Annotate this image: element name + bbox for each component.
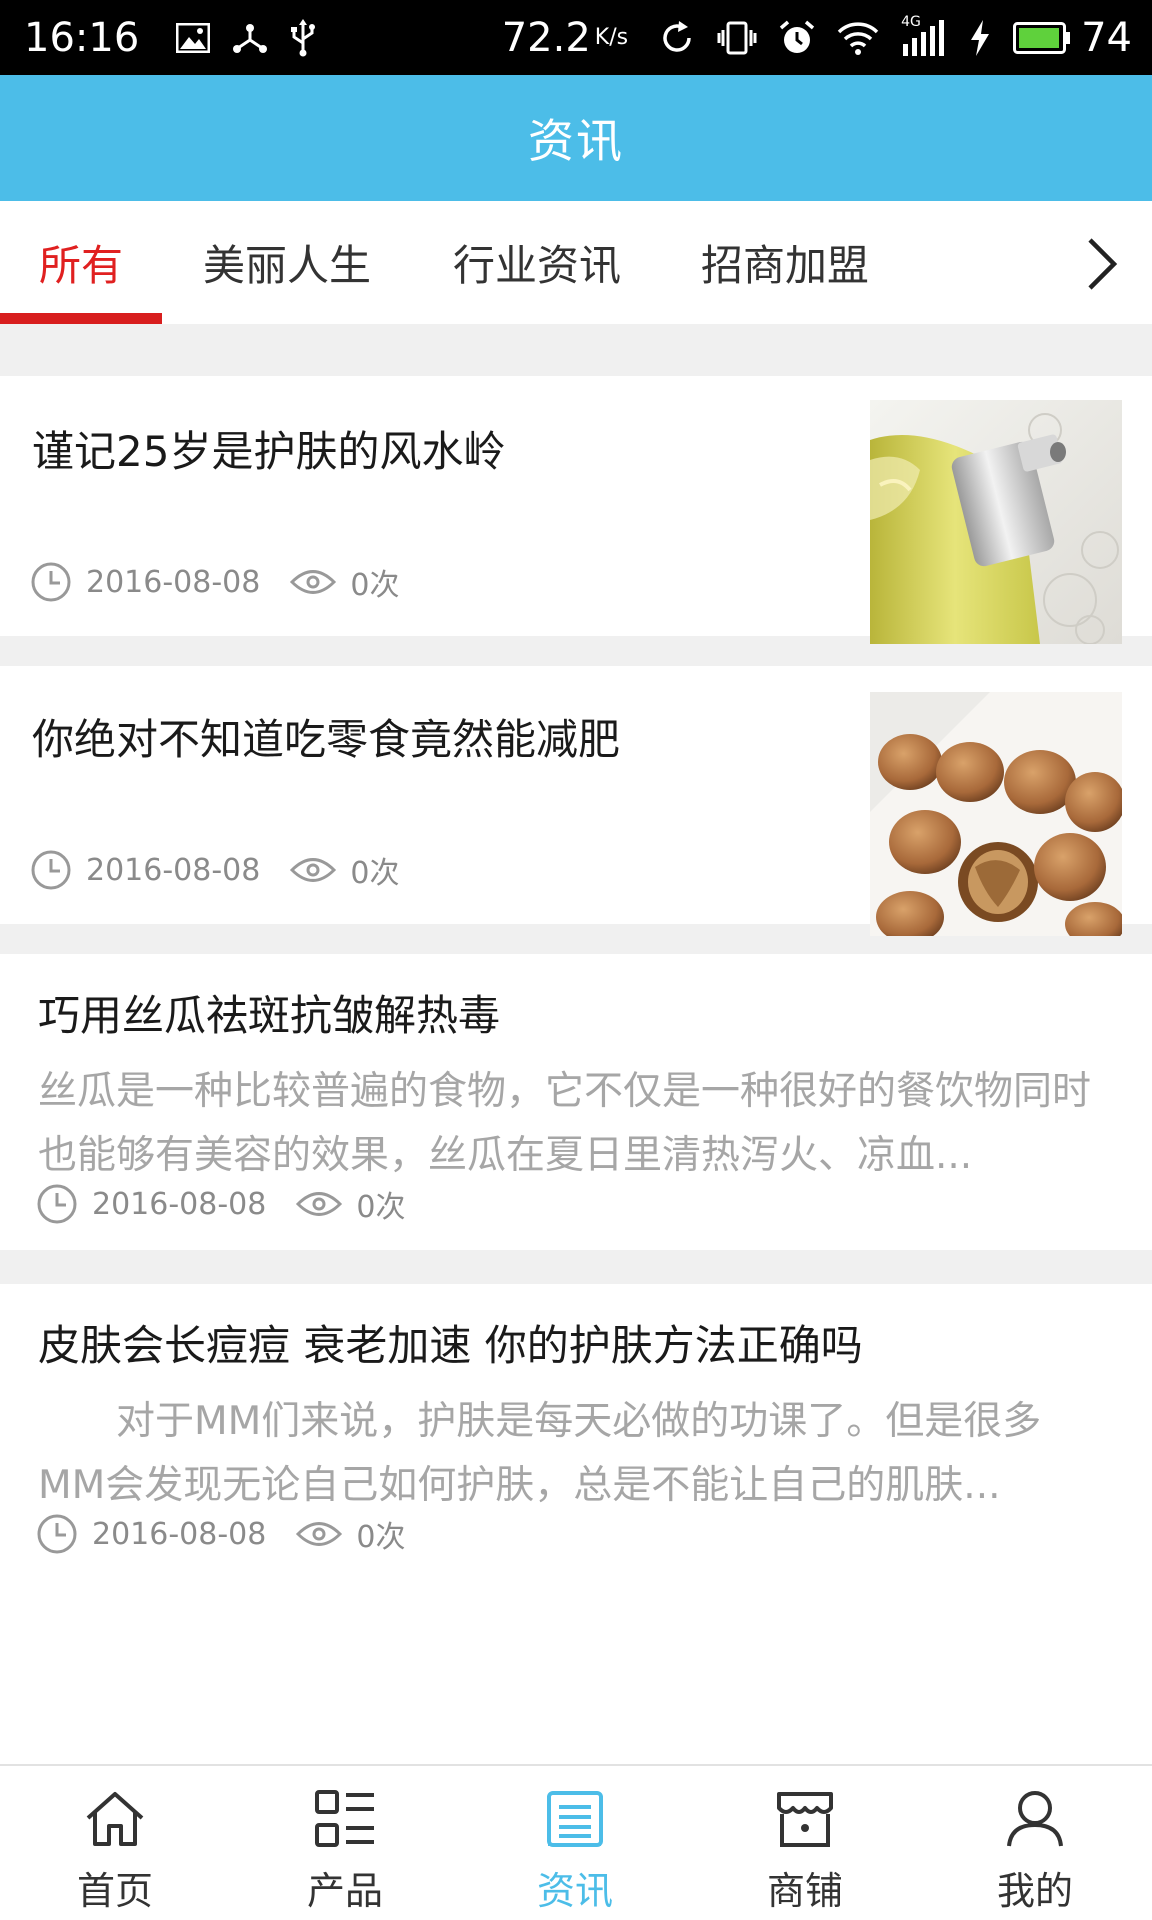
status-bar: 16:16 72.2 K/s 4G 74 <box>0 0 1152 75</box>
news-views: 0次 <box>356 1520 406 1555</box>
news-item[interactable]: 你绝对不知道吃零食竟然能减肥 2016-08-08 0次 <box>0 666 1152 936</box>
tab-franchise[interactable]: 招商加盟 <box>676 201 894 324</box>
tab-label: 行业资讯 <box>452 241 621 290</box>
signal-icon: 4G <box>901 14 947 56</box>
eye-icon <box>296 1189 343 1219</box>
nav-label: 首页 <box>76 1869 153 1913</box>
page-title: 资讯 <box>528 114 624 168</box>
tab-industry-news[interactable]: 行业资讯 <box>428 201 646 324</box>
news-date: 2016-08-08 <box>86 852 261 888</box>
news-date: 2016-08-08 <box>92 1186 267 1222</box>
news-title: 谨记25岁是护肤的风水岭 <box>32 427 506 476</box>
news-date: 2016-08-08 <box>86 564 261 600</box>
shop-icon <box>774 1786 836 1852</box>
screen: 16:16 72.2 K/s 4G 74 资讯 所有 美丽人生 行业资讯 招商加… <box>0 0 1152 1920</box>
news-views: 0次 <box>350 568 400 603</box>
news-date: 2016-08-08 <box>92 1516 267 1552</box>
news-icon <box>546 1786 604 1852</box>
news-summary: 丝瓜是一种比较普遍的食物，它不仅是一种很好的餐饮物同时也能够有美容的效果，丝瓜在… <box>38 1069 1092 1178</box>
chevron-right-icon[interactable] <box>1072 231 1132 297</box>
tab-label: 美丽人生 <box>202 241 371 290</box>
status-time: 16:16 <box>24 14 140 61</box>
nav-news[interactable]: 资讯 <box>460 1766 690 1920</box>
nav-products[interactable]: 产品 <box>230 1766 460 1920</box>
app-header: 资讯 <box>0 75 1152 201</box>
eye-icon <box>290 567 337 597</box>
news-title: 巧用丝瓜祛斑抗皱解热毒 <box>38 991 501 1040</box>
news-meta: 2016-08-08 0次 <box>36 1512 405 1556</box>
category-tabs: 所有 美丽人生 行业资讯 招商加盟 <box>0 201 1152 324</box>
clock-icon <box>36 1183 78 1225</box>
tab-label: 招商加盟 <box>700 241 869 290</box>
news-list[interactable]: 谨记25岁是护肤的风水岭 2016-08-08 0次 你绝对不知道吃零食竟然能减… <box>0 324 1152 1764</box>
news-item[interactable]: 谨记25岁是护肤的风水岭 2016-08-08 0次 <box>0 376 1152 644</box>
image-icon <box>176 22 211 53</box>
nav-label: 我的 <box>996 1869 1073 1913</box>
nav-shop[interactable]: 商铺 <box>690 1766 920 1920</box>
clock-icon <box>36 1513 78 1555</box>
news-meta: 2016-08-08 0次 <box>30 560 399 604</box>
news-thumbnail-walnuts <box>870 692 1122 936</box>
news-title: 你绝对不知道吃零食竟然能减肥 <box>32 715 621 764</box>
sync-icon <box>659 20 695 56</box>
nav-label: 产品 <box>306 1869 383 1913</box>
charging-icon <box>969 19 991 56</box>
vibrate-icon <box>717 20 757 56</box>
news-meta: 2016-08-08 0次 <box>36 1182 405 1226</box>
news-item[interactable]: 巧用丝瓜祛斑抗皱解热毒 丝瓜是一种比较普遍的食物，它不仅是一种很好的餐饮物同时也… <box>0 954 1152 1250</box>
user-icon <box>1005 1786 1065 1852</box>
nav-label: 商铺 <box>766 1869 843 1913</box>
battery-icon <box>1013 21 1071 54</box>
active-tab-indicator <box>0 313 162 324</box>
clock-icon <box>30 561 72 603</box>
network-speed-unit: K/s <box>594 24 629 50</box>
news-title: 皮肤会长痘痘 衰老加速 你的护肤方法正确吗 <box>38 1321 863 1370</box>
news-views: 0次 <box>350 856 400 891</box>
battery-level: 74 <box>1081 14 1132 61</box>
tab-all[interactable]: 所有 <box>0 201 162 324</box>
product-list-icon <box>314 1786 376 1852</box>
nav-home[interactable]: 首页 <box>0 1766 230 1920</box>
home-icon <box>84 1786 146 1852</box>
alarm-icon <box>779 20 815 56</box>
usb-icon <box>290 18 316 57</box>
network-speed: 72.2 <box>501 14 591 61</box>
eye-icon <box>290 855 337 885</box>
news-views: 0次 <box>356 1190 406 1225</box>
news-meta: 2016-08-08 0次 <box>30 848 399 892</box>
tab-beautiful-life[interactable]: 美丽人生 <box>178 201 396 324</box>
nav-label: 资讯 <box>536 1869 613 1913</box>
eye-icon <box>296 1519 343 1549</box>
wifi-icon <box>837 21 879 55</box>
network-type: 4G <box>901 13 921 30</box>
nav-me[interactable]: 我的 <box>920 1766 1150 1920</box>
tab-label: 所有 <box>38 241 123 290</box>
news-thumbnail-perfume <box>870 400 1122 644</box>
news-summary: 对于MM们来说，护肤是每天必做的功课了。但是很多MM会发现无论自己如何护肤，总是… <box>38 1399 1042 1508</box>
usb-debug-icon <box>232 22 268 54</box>
bottom-nav: 首页 产品 资讯 商铺 我的 <box>0 1764 1152 1920</box>
news-item[interactable]: 皮肤会长痘痘 衰老加速 你的护肤方法正确吗 对于MM们来说，护肤是每天必做的功课… <box>0 1284 1152 1764</box>
clock-icon <box>30 849 72 891</box>
